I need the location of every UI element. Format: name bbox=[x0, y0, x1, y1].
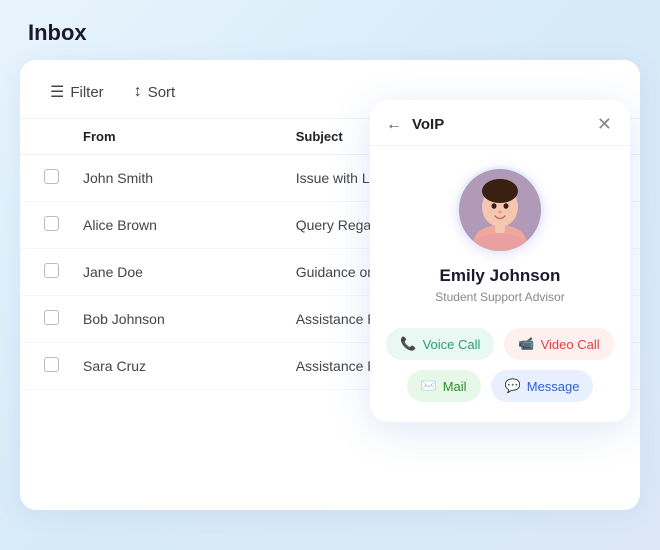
inbox-title: Inbox bbox=[20, 20, 640, 46]
filter-label: Filter bbox=[70, 84, 103, 101]
voice-call-button[interactable]: 📞 Voice Call bbox=[386, 328, 494, 360]
message-button[interactable]: 💬 Message bbox=[491, 370, 594, 402]
row-checkbox[interactable] bbox=[44, 263, 59, 278]
voice-call-icon: 📞 bbox=[400, 336, 416, 352]
sort-icon: ↕ bbox=[134, 83, 142, 101]
voip-popup: ← VoIP ✕ bbox=[370, 100, 630, 422]
row-checkbox-cell bbox=[20, 343, 75, 390]
row-checkbox-cell bbox=[20, 249, 75, 296]
voip-avatar-section: Emily Johnson Student Support Advisor bbox=[370, 146, 630, 316]
voip-back-button[interactable]: ← bbox=[384, 116, 404, 134]
voip-title: VoIP bbox=[412, 116, 444, 133]
voice-call-label: Voice Call bbox=[423, 337, 481, 352]
video-call-button[interactable]: 📹 Video Call bbox=[504, 328, 613, 360]
row-from: Alice Brown bbox=[75, 202, 288, 249]
contact-name: Emily Johnson bbox=[440, 266, 561, 286]
mail-icon: ✉️ bbox=[421, 378, 437, 394]
row-checkbox[interactable] bbox=[44, 357, 59, 372]
row-checkbox[interactable] bbox=[44, 216, 59, 231]
voip-action-row-1: 📞 Voice Call 📹 Video Call bbox=[388, 328, 612, 360]
row-from: Bob Johnson bbox=[75, 296, 288, 343]
mail-button[interactable]: ✉️ Mail bbox=[407, 370, 481, 402]
row-from: John Smith bbox=[75, 155, 288, 202]
voip-header: ← VoIP ✕ bbox=[370, 100, 630, 146]
row-checkbox[interactable] bbox=[44, 169, 59, 184]
voip-action-row-2: ✉️ Mail 💬 Message bbox=[388, 370, 612, 402]
from-header: From bbox=[75, 119, 288, 155]
contact-role: Student Support Advisor bbox=[435, 290, 564, 304]
video-call-label: Video Call bbox=[541, 337, 600, 352]
main-card: ☰ Filter ↕ Sort From Subject Date bbox=[20, 60, 640, 510]
voip-header-left: ← VoIP bbox=[384, 116, 444, 134]
row-from: Jane Doe bbox=[75, 249, 288, 296]
avatar-image bbox=[459, 169, 541, 251]
row-checkbox-cell bbox=[20, 296, 75, 343]
row-checkbox-cell bbox=[20, 155, 75, 202]
avatar bbox=[456, 166, 544, 254]
row-checkbox-cell bbox=[20, 202, 75, 249]
mail-label: Mail bbox=[443, 379, 467, 394]
voip-close-button[interactable]: ✕ bbox=[597, 114, 612, 135]
sort-label: Sort bbox=[148, 84, 176, 101]
message-label: Message bbox=[527, 379, 580, 394]
row-checkbox[interactable] bbox=[44, 310, 59, 325]
filter-icon: ☰ bbox=[50, 82, 64, 102]
filter-button[interactable]: ☰ Filter bbox=[44, 78, 110, 106]
row-from: Sara Cruz bbox=[75, 343, 288, 390]
checkbox-header bbox=[20, 119, 75, 155]
sort-button[interactable]: ↕ Sort bbox=[128, 79, 182, 105]
video-call-icon: 📹 bbox=[518, 336, 534, 352]
message-icon: 💬 bbox=[505, 378, 521, 394]
voip-actions: 📞 Voice Call 📹 Video Call ✉️ Mail 💬 bbox=[370, 316, 630, 402]
